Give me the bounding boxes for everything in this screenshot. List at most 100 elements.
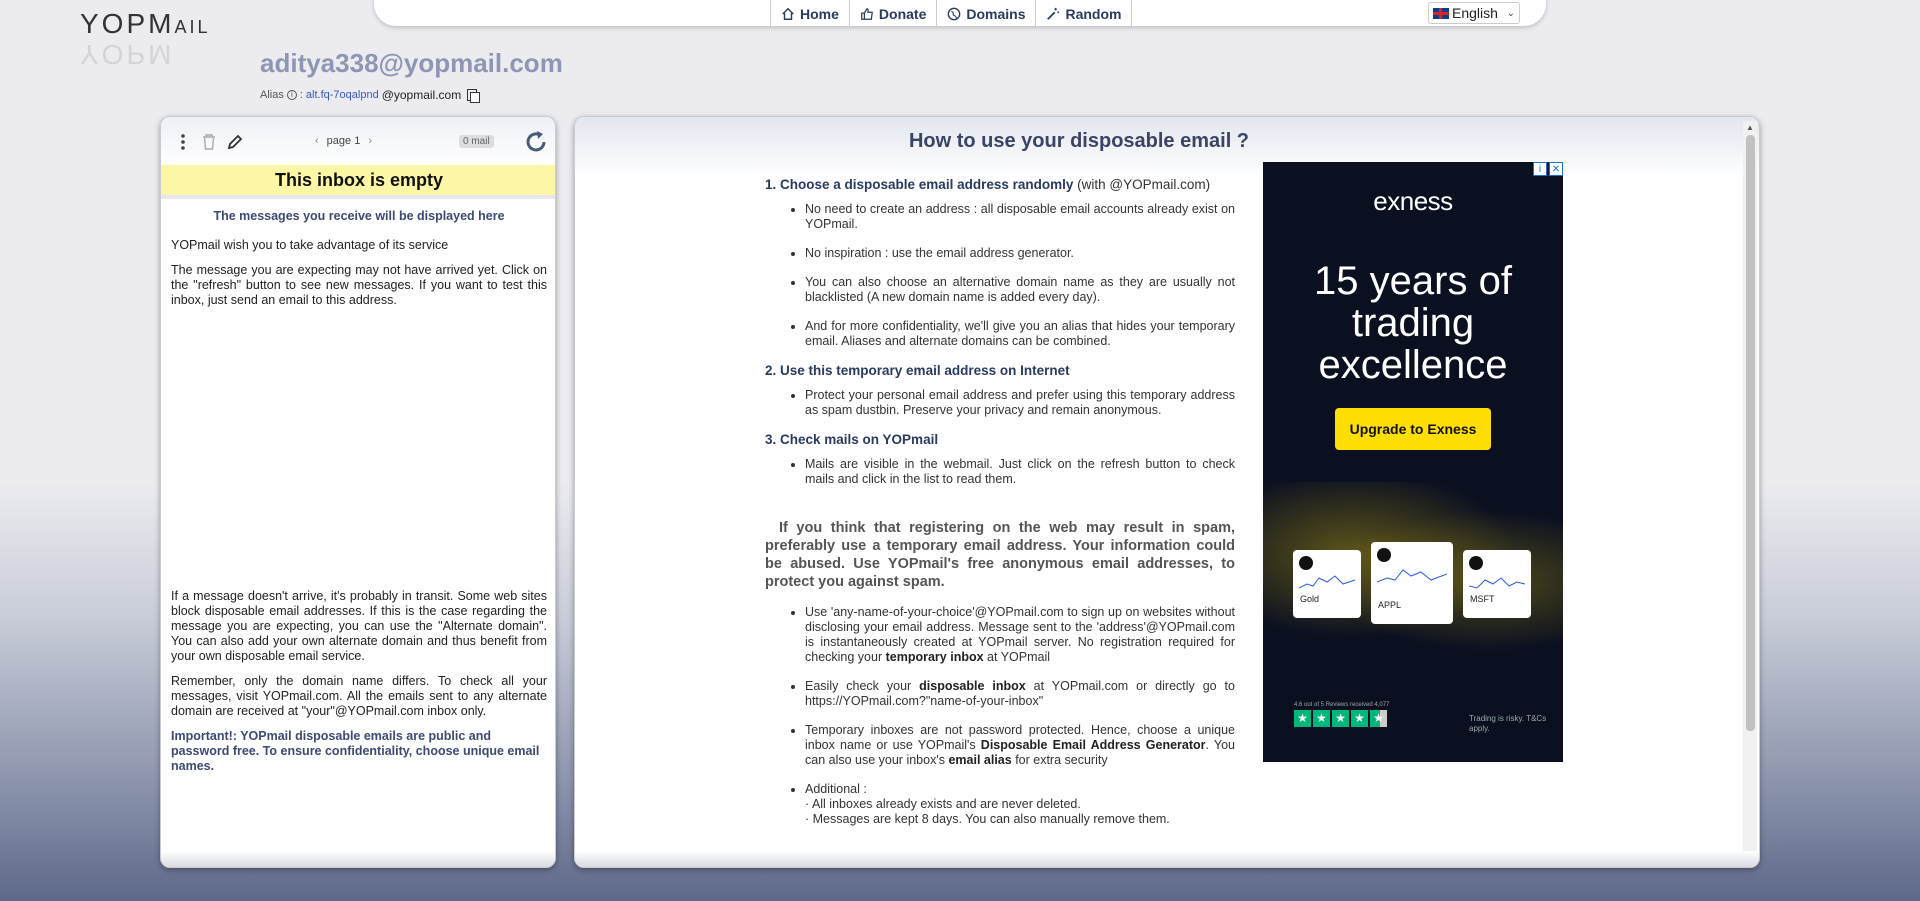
yopmail-logo[interactable]: YOPMAIL <box>80 8 211 40</box>
trash-icon[interactable] <box>199 131 219 153</box>
more-menu-icon[interactable] <box>173 131 193 153</box>
next-page-icon[interactable]: › <box>368 135 372 147</box>
ad-close-icon[interactable]: ✕ <box>1549 162 1563 176</box>
section-2-list: Protect your personal email address and … <box>765 388 1235 418</box>
star-icon: ★ <box>1351 710 1368 727</box>
ad-risk-disclaimer: Trading is risky. T&Cs apply. <box>1469 714 1547 733</box>
list-item: And for more confidentiality, we'll give… <box>805 319 1235 349</box>
list-item: No need to create an address : all dispo… <box>805 202 1235 232</box>
additional-line-1: · All inboxes already exists and are nev… <box>805 797 1081 811</box>
benefit-2-bold: disposable inbox <box>919 679 1026 693</box>
nav-donate[interactable]: Donate <box>850 0 938 27</box>
section-2-title: 2. Use this temporary email address on I… <box>765 363 1070 378</box>
list-item: Protect your personal email address and … <box>805 388 1235 418</box>
pager: ‹ page 1 › <box>315 135 372 147</box>
uk-flag-icon <box>1433 7 1449 19</box>
benefit-item: Additional : · All inboxes already exist… <box>805 782 1235 827</box>
alias-label: Alias <box>260 89 284 101</box>
list-item: You can also choose an alternative domai… <box>805 275 1235 305</box>
nav-domains[interactable]: Domains <box>937 0 1037 27</box>
star-icon: ★ <box>1370 710 1387 727</box>
section-1-list: No need to create an address : all dispo… <box>765 202 1235 349</box>
inbox-email-address: aditya338@yopmail.com <box>260 48 563 78</box>
empty-p2: The message you are expecting may not ha… <box>171 263 547 307</box>
transit-info: If a message doesn't arrive, it's probab… <box>171 589 547 784</box>
apple-icon <box>1377 548 1391 562</box>
ad-cta-button[interactable]: Upgrade to Exness <box>1335 408 1491 450</box>
language-label: English <box>1452 5 1498 21</box>
ad-headline: 15 years of trading excellence <box>1314 259 1512 387</box>
benefit-1-bold: temporary inbox <box>885 650 984 664</box>
page-label: page 1 <box>326 135 361 147</box>
ad-card-appl: APPL <box>1371 542 1453 624</box>
content-scrollbar[interactable]: ▲ ▼ <box>1743 121 1757 863</box>
prev-page-icon[interactable]: ‹ <box>315 135 319 147</box>
benefit-item: Easily check your disposable inbox at YO… <box>805 679 1235 709</box>
gold-icon <box>1299 556 1313 570</box>
compose-pencil-icon[interactable] <box>225 131 245 153</box>
main-nav: Home Donate Domains Random <box>770 0 1133 27</box>
empty-inbox-message: The messages you receive will be display… <box>171 209 547 318</box>
star-icon: ★ <box>1294 710 1311 727</box>
alias-line: Alias i : alt.fq-7oqalpnd @yopmail.com <box>260 88 481 103</box>
nav-donate-label: Donate <box>878 5 927 22</box>
howto-content: 1. Choose a disposable email address ran… <box>765 169 1235 845</box>
ad-card-label: MSFT <box>1470 594 1495 604</box>
info-icon[interactable]: i <box>286 90 297 100</box>
transit-p3: If a message doesn't arrive, it's probab… <box>171 589 547 663</box>
home-icon <box>782 7 794 20</box>
nav-random-label: Random <box>1065 5 1122 22</box>
nav-random[interactable]: Random <box>1036 0 1133 27</box>
empty-inbox-banner: This inbox is empty <box>161 165 555 195</box>
benefit-2-text: Easily check your <box>805 679 912 693</box>
ad-card-gold: Gold <box>1293 550 1361 618</box>
globe-icon <box>948 7 961 20</box>
scroll-up-icon[interactable]: ▲ <box>1746 123 1754 132</box>
section-1-title-text: 1. Choose a disposable email address ran… <box>765 177 1074 192</box>
list-item: Mails are visible in the webmail. Just c… <box>805 457 1235 487</box>
nav-home-label: Home <box>800 5 839 22</box>
panel-footer <box>575 851 1759 867</box>
ad-rating-text: 4.6 out of 5 Reviews received 4,077 <box>1294 702 1390 708</box>
additional-title: Additional : <box>805 782 867 796</box>
ad-info-icon[interactable]: i <box>1533 162 1547 176</box>
banner-divider <box>161 195 555 199</box>
microsoft-icon <box>1469 556 1483 570</box>
transit-p4: Remember, only the domain name differs. … <box>171 674 547 718</box>
panel-footer <box>161 851 555 867</box>
alias-domain: @yopmail.com <box>381 88 462 102</box>
important-note: Important!: YOPmail disposable emails ar… <box>171 729 540 773</box>
benefit-3-bold[interactable]: Disposable Email Address Generator <box>981 738 1206 752</box>
alias-separator: : <box>299 89 303 101</box>
chevron-down-icon: ⌄ <box>1506 7 1515 19</box>
alias-value[interactable]: alt.fq-7oqalpnd <box>306 89 379 101</box>
inbox-panel: ‹ page 1 › 0 mail This inbox is empty Th… <box>160 116 556 868</box>
copy-icon[interactable] <box>467 89 481 103</box>
scrollbar-thumb[interactable] <box>1746 135 1755 731</box>
howto-title: How to use your disposable email ? <box>908 130 1250 152</box>
advertisement[interactable]: i ✕ exness 15 years of trading excellenc… <box>1263 162 1563 762</box>
empty-lead: The messages you receive will be display… <box>213 209 505 223</box>
empty-p1: YOPmail wish you to take advantage of it… <box>171 238 449 252</box>
benefit-3-bold-2: email alias <box>948 753 1012 767</box>
logo-text-small: AIL <box>174 17 211 37</box>
magic-wand-icon <box>1047 7 1060 20</box>
spam-warning: If you think that registering on the web… <box>765 520 1235 590</box>
language-select[interactable]: English ⌄ <box>1428 2 1520 24</box>
section-1-title: 1. Choose a disposable email address ran… <box>765 177 1235 192</box>
logo-text-big: YOPM <box>80 8 175 39</box>
benefit-item: Temporary inboxes are not password prote… <box>805 723 1235 768</box>
inbox-toolbar: ‹ page 1 › 0 mail <box>173 129 546 155</box>
ad-card-msft: MSFT <box>1463 550 1531 618</box>
section-1-title-suffix: (with @YOPmail.com) <box>1077 177 1211 192</box>
trustpilot-stars: ★ ★ ★ ★ ★ <box>1294 710 1387 727</box>
ad-card-label: Gold <box>1300 594 1320 604</box>
refresh-icon[interactable] <box>523 129 549 158</box>
list-item: No inspiration : use the email address g… <box>805 246 1235 261</box>
section-3-list: Mails are visible in the webmail. Just c… <box>765 457 1235 487</box>
ad-controls: i ✕ <box>1533 162 1563 176</box>
thumbs-up-icon <box>861 7 873 20</box>
mail-count-badge: 0 mail <box>459 135 494 148</box>
section-3-title: 3. Check mails on YOPmail <box>765 432 939 447</box>
nav-home[interactable]: Home <box>771 0 850 27</box>
